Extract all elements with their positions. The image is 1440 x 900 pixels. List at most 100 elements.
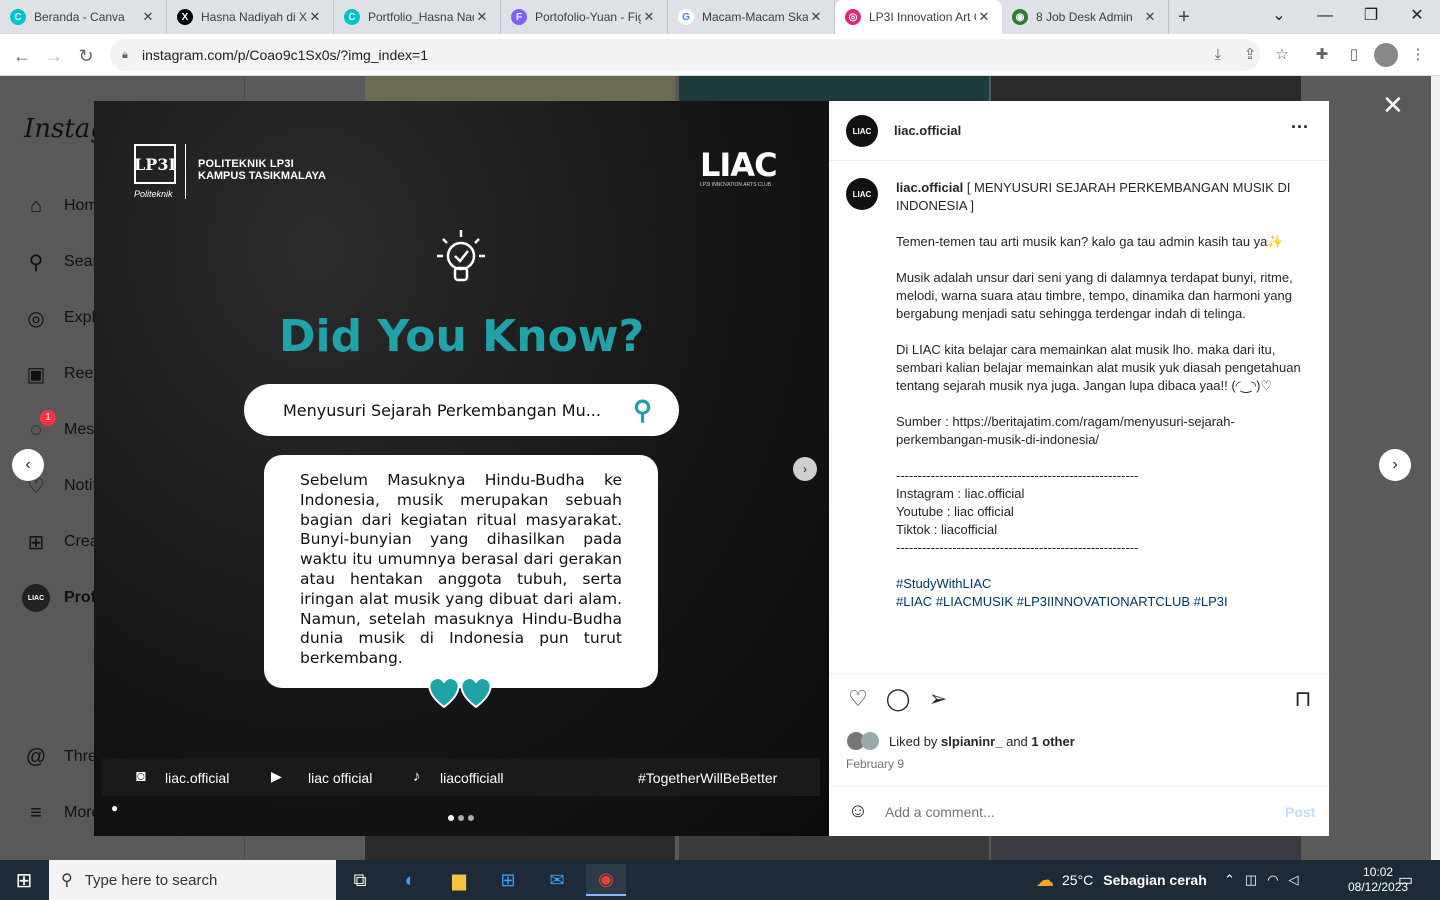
comment-input[interactable] — [885, 800, 1265, 824]
browser-tab[interactable]: C Beranda - Canva ✕ — [0, 0, 167, 34]
prev-post-button[interactable]: ‹ — [12, 449, 44, 481]
caption-username[interactable]: liac.official — [896, 180, 963, 195]
save-bookmark-icon[interactable]: ⊓ — [1290, 686, 1316, 712]
author-avatar[interactable]: LIAC — [846, 115, 878, 147]
share-icon[interactable]: ➢ — [925, 686, 951, 712]
grid-thumbnail[interactable] — [991, 836, 1301, 860]
forward-button[interactable]: → — [40, 42, 68, 70]
like-heart-icon[interactable]: ♡ — [845, 686, 871, 712]
sidebar-item-more[interactable]: ≡ More — [22, 799, 100, 827]
post-comment-button[interactable]: Post — [1285, 804, 1315, 820]
weather-widget[interactable]: ☁ 25°C Sebagian cerah — [1036, 860, 1207, 900]
hashtag[interactable]: #LIAC #LIACMUSIK #LP3IINNOVATIONARTCLUB … — [896, 594, 1228, 609]
plus-square-icon: ⊞ — [27, 531, 45, 554]
scrollbar[interactable] — [1431, 76, 1440, 860]
close-window-button[interactable]: ✕ — [1394, 0, 1440, 34]
install-app-icon[interactable]: ⤓ — [1206, 43, 1230, 67]
instagram-page: Instagram ⌂ Home ⚲ Search ◎ Explore ▣ Reels … — [0, 76, 1440, 860]
menu-icon: ≡ — [30, 801, 42, 824]
back-button[interactable]: ← — [8, 42, 36, 70]
tab-close-icon[interactable]: ✕ — [1142, 9, 1158, 25]
liac-logo: LIAC — [700, 146, 778, 184]
tab-close-icon[interactable]: ✕ — [140, 9, 156, 25]
post-header: LIAC liac.official ··· — [829, 101, 1329, 161]
liked-by-avatars[interactable] — [847, 732, 885, 750]
wifi-icon[interactable]: ◠ — [1267, 872, 1278, 888]
edge-icon[interactable]: ◐ — [390, 864, 430, 896]
next-image-button[interactable]: › — [793, 457, 817, 481]
liac-logo-sub: LP3I INNOVATION ARTS CLUB — [700, 182, 772, 188]
tab-close-icon[interactable]: ✕ — [808, 9, 824, 25]
instagram-favicon-icon: ◎ — [845, 9, 861, 25]
meet-now-icon[interactable]: ◫ — [1245, 872, 1257, 888]
close-modal-icon[interactable]: ✕ — [1382, 90, 1404, 121]
grid-thumbnail[interactable] — [679, 76, 989, 101]
carousel-dot — [458, 815, 464, 821]
liked-by-text: Liked by slpianinr_ and 1 other — [889, 734, 1075, 749]
volume-icon[interactable]: ◁ — [1289, 872, 1299, 888]
minimize-button[interactable]: — — [1302, 0, 1348, 34]
address-bar[interactable]: 🔒︎ instagram.com/p/Coao9c1Sx0s/?img_inde… — [110, 39, 1260, 71]
browser-tab[interactable]: X Hasna Nadiyah di X ✕ — [167, 0, 334, 34]
comment-icon[interactable]: ◯ — [885, 686, 911, 712]
notification-center-icon[interactable]: ▭ — [1398, 860, 1413, 900]
footer-youtube: liac official — [308, 770, 373, 786]
x-favicon-icon: X — [177, 9, 193, 25]
mail-icon[interactable]: ✉ — [537, 864, 577, 896]
browser-tab[interactable]: ◉ 8 Job Desk Admin ✕ — [1002, 0, 1169, 34]
brand-divider — [185, 144, 186, 199]
footer-instagram: liac.official — [165, 770, 230, 786]
grid-thumbnail[interactable] — [679, 836, 989, 860]
tab-close-icon[interactable]: ✕ — [307, 9, 323, 25]
google-favicon-icon: G — [678, 9, 694, 25]
tab-search-icon[interactable]: ⌄ — [1256, 0, 1302, 34]
post-date[interactable]: February 9 — [846, 757, 904, 771]
chrome-menu-icon[interactable]: ⋮ — [1406, 43, 1430, 67]
next-post-button[interactable]: › — [1379, 449, 1411, 481]
grid-thumbnail[interactable] — [991, 76, 1301, 101]
system-tray: ⌃ ◫ ◠ ◁ — [1224, 860, 1299, 900]
browser-tab[interactable]: G Macam-Macam Skala ✕ — [668, 0, 835, 34]
browser-toolbar: ← → ↻ 🔒︎ instagram.com/p/Coao9c1Sx0s/?im… — [0, 34, 1440, 76]
caption-paragraph: Di LIAC kita belajar cara memainkan alat… — [896, 342, 1305, 393]
tab-close-icon[interactable]: ✕ — [641, 9, 657, 25]
chrome-icon[interactable]: ◉ — [586, 864, 626, 896]
browser-tab[interactable]: CPortfolio_Hasna Nadiyah✕ — [334, 0, 501, 34]
info-card: Sebelum Masuknya Hindu-Budha ke Indonesi… — [264, 455, 658, 688]
bookmark-star-icon[interactable]: ☆ — [1270, 43, 1294, 67]
restore-button[interactable]: ❐ — [1348, 0, 1394, 34]
store-icon[interactable]: ⊞ — [488, 864, 528, 896]
taskbar-search[interactable]: ⚲ Type here to search — [49, 860, 336, 900]
file-explorer-icon[interactable]: ▆ — [439, 864, 479, 896]
chevron-up-icon[interactable]: ⌃ — [1224, 872, 1235, 888]
tab-close-icon[interactable]: ✕ — [474, 9, 490, 25]
tab-close-icon[interactable]: ✕ — [976, 9, 992, 25]
youtube-icon: ▶ — [271, 768, 282, 784]
site-favicon-icon: ◉ — [1012, 9, 1028, 25]
liked-by-others[interactable]: 1 other — [1031, 734, 1074, 749]
reload-button[interactable]: ↻ — [72, 42, 100, 70]
hashtag[interactable]: #StudyWithLIAC — [896, 576, 991, 591]
author-username[interactable]: liac.official — [894, 123, 961, 138]
browser-tab[interactable]: FPortofolio-Yuan - Figma✕ — [501, 0, 668, 34]
task-view-icon[interactable]: ⧉ — [340, 864, 380, 896]
profile-avatar: LIAC — [22, 584, 50, 612]
caption-avatar[interactable]: LIAC — [846, 178, 878, 210]
windows-start-icon[interactable]: ⊞ — [4, 864, 44, 896]
extensions-icon[interactable]: ✚ — [1310, 43, 1334, 67]
liked-by-user[interactable]: slpianinr_ — [941, 734, 1002, 749]
new-tab-button[interactable]: + — [1169, 0, 1199, 34]
more-options-icon[interactable]: ··· — [1291, 117, 1309, 138]
grid-thumbnail[interactable] — [365, 836, 675, 860]
browser-tab-active[interactable]: ◎LP3I Innovation Art Club✕ — [835, 0, 1002, 34]
carousel-dot — [448, 815, 454, 821]
profile-avatar-icon[interactable] — [1374, 43, 1398, 67]
footer-hashtag: #TogetherWillBeBetter — [638, 770, 778, 786]
share-icon[interactable]: ⇪ — [1238, 43, 1262, 67]
tagged-users-icon[interactable]: ● — [111, 801, 118, 815]
grid-thumbnail[interactable] — [365, 76, 675, 101]
caption-link-line: Youtube : liac official — [896, 504, 1014, 519]
side-panel-icon[interactable]: ▯ — [1342, 43, 1366, 67]
emoji-icon[interactable]: ☺ — [845, 798, 871, 824]
sidebar-item-reels[interactable]: ▣ Reels — [22, 360, 105, 388]
